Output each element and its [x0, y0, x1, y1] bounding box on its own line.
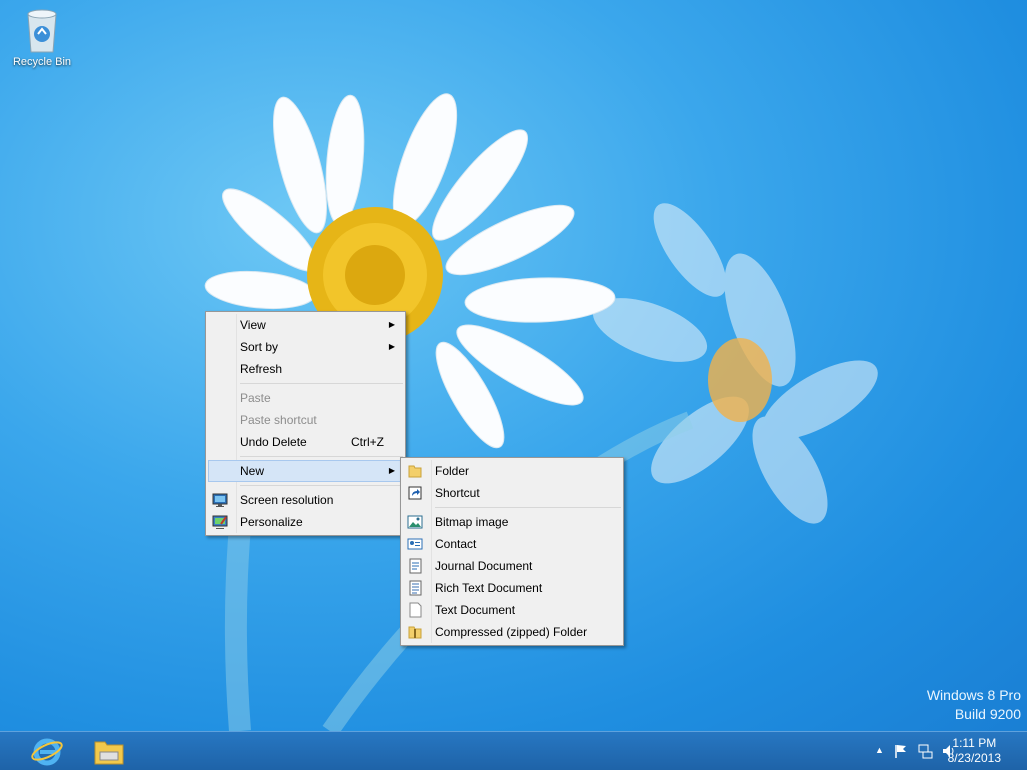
menu-item-label: Sort by: [240, 340, 279, 354]
shortcut-icon: [408, 486, 422, 500]
personalize-icon: [212, 515, 228, 529]
bitmap-icon: [407, 515, 423, 529]
network-icon[interactable]: [917, 743, 933, 759]
watermark-edition: Windows 8 Pro: [926, 687, 1021, 703]
desktop[interactable]: Recycle Bin Windows 8 Pro Build 9200 Vie…: [0, 0, 1027, 731]
menu-item-sort-by[interactable]: Sort by ▶: [208, 336, 403, 358]
menu-item-paste: Paste: [208, 387, 403, 409]
menu-item-undo-delete[interactable]: Undo Delete Ctrl+Z: [208, 431, 403, 453]
file-explorer-icon: [94, 741, 124, 765]
taskbar-internet-explorer[interactable]: [18, 734, 76, 768]
menu-item-view[interactable]: View ▶: [208, 314, 403, 336]
menu-item-label: Compressed (zipped) Folder: [435, 625, 588, 639]
desktop-icon-label: Recycle Bin: [12, 56, 72, 68]
menu-item-label: Rich Text Document: [435, 581, 543, 595]
menu-item-label: New: [240, 464, 265, 478]
menu-item-refresh[interactable]: Refresh: [208, 358, 403, 380]
internet-explorer-icon: [31, 738, 63, 766]
submenu-arrow-icon: ▶: [388, 342, 395, 351]
new-item-compressed-folder[interactable]: Compressed (zipped) Folder: [403, 621, 621, 643]
contact-icon: [407, 538, 423, 550]
text-document-icon: [409, 602, 422, 618]
menu-item-shortcut: Ctrl+Z: [351, 435, 384, 449]
windows-build-watermark: Windows 8 Pro Build 9200: [927, 686, 1021, 724]
submenu-arrow-icon: ▶: [388, 320, 395, 329]
menu-item-label: Shortcut: [435, 486, 480, 500]
menu-item-label: Personalize: [240, 515, 303, 529]
menu-item-label: Undo Delete: [240, 435, 307, 449]
menu-item-label: Journal Document: [435, 559, 533, 573]
new-item-bitmap-image[interactable]: Bitmap image: [403, 511, 621, 533]
menu-item-label: Screen resolution: [240, 493, 334, 507]
menu-item-personalize[interactable]: Personalize: [208, 511, 403, 533]
menu-item-label: Folder: [435, 464, 470, 478]
action-center-flag-icon[interactable]: [893, 743, 909, 759]
monitor-icon: [212, 493, 228, 507]
taskbar-file-explorer[interactable]: [80, 734, 138, 768]
new-item-shortcut[interactable]: Shortcut: [403, 482, 621, 504]
menu-item-label: Text Document: [435, 603, 516, 617]
menu-item-label: Refresh: [240, 362, 283, 376]
clock-date: 8/23/2013: [947, 751, 1001, 765]
menu-item-label: Paste shortcut: [240, 413, 317, 427]
rich-text-icon: [409, 580, 422, 596]
menu-separator: [240, 485, 403, 486]
new-item-journal-document[interactable]: Journal Document: [403, 555, 621, 577]
menu-item-label: View: [240, 318, 266, 332]
recycle-bin-icon: [27, 9, 57, 53]
desktop-context-menu: View ▶ Sort by ▶ Refresh Paste Paste sho…: [205, 311, 406, 536]
menu-item-paste-shortcut: Paste shortcut: [208, 409, 403, 431]
new-submenu: Folder Shortcut Bitmap image Contact Jou…: [400, 457, 624, 646]
menu-separator: [240, 383, 403, 384]
new-item-text-document[interactable]: Text Document: [403, 599, 621, 621]
taskbar: ▲ 1:11 PM 8/23/2013: [0, 731, 1027, 770]
taskbar-clock[interactable]: 1:11 PM 8/23/2013: [948, 736, 1001, 766]
menu-item-label: Contact: [435, 537, 477, 551]
submenu-arrow-icon: ▶: [388, 466, 395, 475]
menu-item-new[interactable]: New ▶: [208, 460, 403, 482]
menu-item-label: Bitmap image: [435, 515, 509, 529]
new-item-folder[interactable]: Folder: [403, 460, 621, 482]
show-hidden-icons-icon[interactable]: ▲: [875, 745, 884, 755]
clock-time: 1:11 PM: [952, 736, 997, 750]
folder-icon: [408, 465, 422, 478]
watermark-build: Build 9200: [954, 706, 1021, 722]
system-tray: ▲ 1:11 PM 8/23/2013: [827, 732, 1027, 770]
new-item-rich-text-document[interactable]: Rich Text Document: [403, 577, 621, 599]
new-item-contact[interactable]: Contact: [403, 533, 621, 555]
desktop-icon-recycle-bin[interactable]: Recycle Bin: [6, 8, 78, 68]
zip-folder-icon: [408, 626, 422, 639]
menu-item-label: Paste: [240, 391, 271, 405]
menu-item-screen-resolution[interactable]: Screen resolution: [208, 489, 403, 511]
menu-separator: [435, 507, 621, 508]
journal-icon: [409, 558, 422, 574]
menu-separator: [240, 456, 403, 457]
